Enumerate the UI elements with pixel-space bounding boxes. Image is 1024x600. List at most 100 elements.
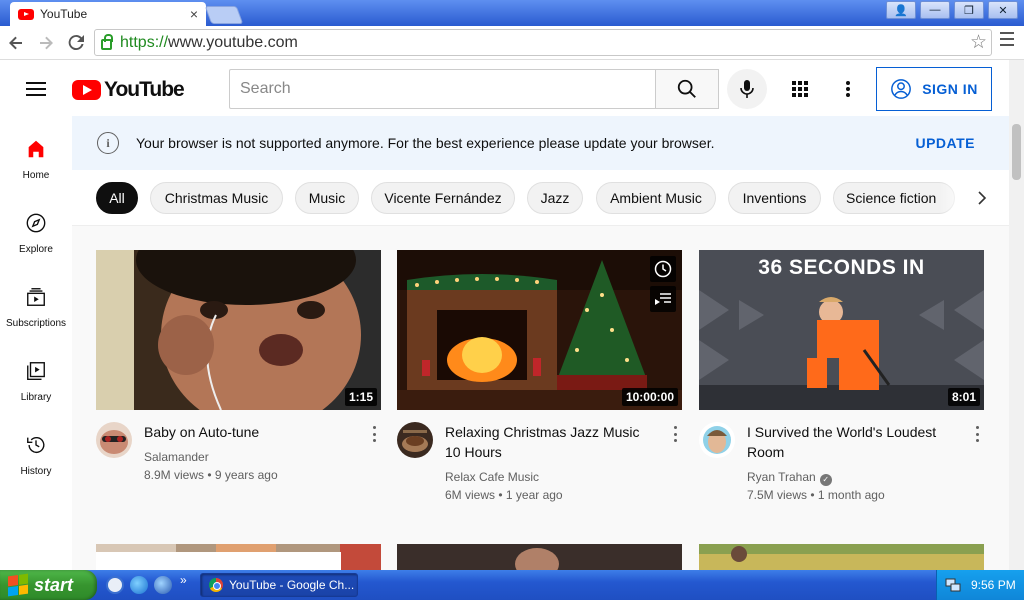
- browser-tab-strip: YouTube × 👤 — ❐ ✕: [0, 0, 1024, 26]
- show-desktop-icon[interactable]: [106, 576, 124, 594]
- arrow-left-icon: [9, 36, 22, 49]
- close-window-button[interactable]: ✕: [988, 1, 1018, 19]
- view-count: 7.5M views: [747, 488, 808, 502]
- browser-tab[interactable]: YouTube ×: [10, 2, 206, 26]
- chip-science-fiction[interactable]: Science fiction: [833, 182, 955, 214]
- video-thumbnail[interactable]: 10:00:00: [397, 250, 682, 410]
- start-label: start: [34, 574, 74, 595]
- more-options-icon[interactable]: [836, 77, 860, 101]
- sidebar-item-history[interactable]: History: [0, 412, 72, 486]
- library-icon: [27, 362, 45, 380]
- windows-flag-icon: [8, 573, 28, 597]
- channel-name[interactable]: Salamander: [144, 450, 209, 464]
- sidebar-item-label: Library: [20, 392, 52, 403]
- history-icon: [27, 437, 45, 454]
- channel-avatar[interactable]: [96, 422, 132, 458]
- sidebar: Home Explore Subscriptions Library Histo…: [0, 116, 72, 570]
- subscriptions-icon: [27, 288, 45, 306]
- windows-taskbar: start » YouTube - Google Ch... 9:56 PM: [0, 570, 1024, 600]
- hamburger-menu-icon[interactable]: [26, 82, 46, 96]
- video-menu-icon[interactable]: [674, 426, 678, 442]
- clock: 9:56 PM: [971, 578, 1016, 592]
- minimize-button[interactable]: —: [920, 1, 950, 19]
- sidebar-item-label: Home: [22, 170, 50, 181]
- apps-grid-icon[interactable]: [788, 77, 812, 101]
- reload-icon: [68, 34, 84, 50]
- view-count: 6M views: [445, 488, 496, 502]
- chevron-right-icon: [978, 190, 987, 205]
- video-meta: 6M views • 1 year ago: [445, 488, 563, 502]
- youtube-logo[interactable]: YouTube: [72, 78, 185, 102]
- channel-avatar[interactable]: [699, 422, 735, 458]
- chip-jazz[interactable]: Jazz: [527, 182, 583, 214]
- chip-music[interactable]: Music: [295, 182, 359, 214]
- unsupported-browser-banner: i Your browser is not supported anymore.…: [72, 116, 1009, 170]
- update-button[interactable]: UPDATE: [915, 135, 975, 151]
- reload-button[interactable]: [62, 29, 90, 57]
- scrollbar-thumb[interactable]: [1012, 124, 1021, 180]
- home-icon: [28, 140, 44, 158]
- sign-in-label: SIGN IN: [922, 81, 978, 97]
- sidebar-item-explore[interactable]: Explore: [0, 190, 72, 264]
- sidebar-item-subscriptions[interactable]: Subscriptions: [0, 264, 72, 338]
- quick-launch-expand-icon[interactable]: »: [180, 573, 187, 587]
- video-duration: 1:15: [344, 388, 377, 406]
- compass-icon: [26, 213, 46, 233]
- video-thumbnail-peek[interactable]: [699, 544, 984, 570]
- bookmark-star-icon[interactable]: ☆: [970, 31, 987, 54]
- page-scrollbar[interactable]: [1009, 60, 1024, 570]
- profile-button[interactable]: 👤: [886, 1, 916, 19]
- channel-name[interactable]: Relax Cafe Music: [445, 470, 539, 484]
- video-title[interactable]: Baby on Auto-tune: [144, 422, 354, 442]
- video-menu-icon[interactable]: [976, 426, 980, 442]
- thumbnail-caption: 36 SECONDS IN: [758, 256, 925, 279]
- taskbar-item-chrome[interactable]: YouTube - Google Ch...: [200, 573, 358, 597]
- search-button[interactable]: [655, 69, 719, 109]
- verified-check-icon: ✓: [819, 474, 832, 486]
- video-title[interactable]: I Survived the World's Loudest Room: [747, 422, 957, 462]
- sign-in-button[interactable]: SIGN IN: [876, 67, 992, 111]
- video-thumbnail[interactable]: 36 SECONDS IN 8:01: [699, 250, 984, 410]
- sidebar-item-library[interactable]: Library: [0, 338, 72, 412]
- video-menu-icon[interactable]: [373, 426, 377, 442]
- video-meta: 8.9M views • 9 years ago: [144, 468, 278, 482]
- video-title[interactable]: Relaxing Christmas Jazz Music 10 Hours: [445, 422, 655, 462]
- voice-search-button[interactable]: [727, 69, 767, 109]
- watch-later-icon[interactable]: [650, 256, 676, 282]
- chip-ambient-music[interactable]: Ambient Music: [596, 182, 716, 214]
- window-controls: 👤 — ❐ ✕: [886, 1, 1018, 19]
- taskbar-item-title: YouTube - Google Ch...: [229, 578, 355, 592]
- channel-name[interactable]: Ryan Trahan ✓: [747, 470, 832, 486]
- main-content: i Your browser is not supported anymore.…: [72, 116, 1009, 570]
- chip-all[interactable]: All: [96, 182, 138, 214]
- network-icon[interactable]: [945, 578, 961, 592]
- search-input[interactable]: Search: [229, 69, 656, 109]
- logo-text: YouTube: [104, 78, 185, 101]
- video-duration: 10:00:00: [621, 388, 678, 406]
- video-thumbnail[interactable]: 1:15: [96, 250, 381, 410]
- sidebar-item-home[interactable]: Home: [0, 116, 72, 190]
- address-bar[interactable]: https:// www.youtube.com ☆: [94, 29, 992, 56]
- start-button[interactable]: start: [0, 570, 97, 600]
- url-scheme: https://: [120, 33, 169, 51]
- video-thumbnail-peek[interactable]: [397, 544, 682, 570]
- tab-close-icon[interactable]: ×: [190, 6, 198, 22]
- channel-name-text: Ryan Trahan: [747, 470, 816, 484]
- chip-christmas-music[interactable]: Christmas Music: [150, 182, 283, 214]
- internet-explorer-icon[interactable]: [130, 576, 148, 594]
- youtube-favicon-icon: [18, 8, 34, 20]
- new-tab-button[interactable]: [204, 6, 244, 24]
- lock-icon: [101, 34, 113, 50]
- chip-inventions[interactable]: Inventions: [728, 182, 821, 214]
- chips-next-button[interactable]: [940, 170, 1009, 225]
- channel-avatar[interactable]: [397, 422, 433, 458]
- upload-age: 1 month ago: [817, 488, 885, 502]
- video-thumbnail-peek[interactable]: [96, 544, 381, 570]
- back-button[interactable]: [2, 29, 30, 57]
- chip-vicente-fernandez[interactable]: Vicente Fernández: [371, 182, 515, 214]
- browser-menu-icon[interactable]: [1000, 32, 1014, 46]
- add-to-queue-icon[interactable]: [650, 286, 676, 312]
- maximize-button[interactable]: ❐: [954, 1, 984, 19]
- forward-button[interactable]: [32, 29, 60, 57]
- media-player-icon[interactable]: [154, 576, 172, 594]
